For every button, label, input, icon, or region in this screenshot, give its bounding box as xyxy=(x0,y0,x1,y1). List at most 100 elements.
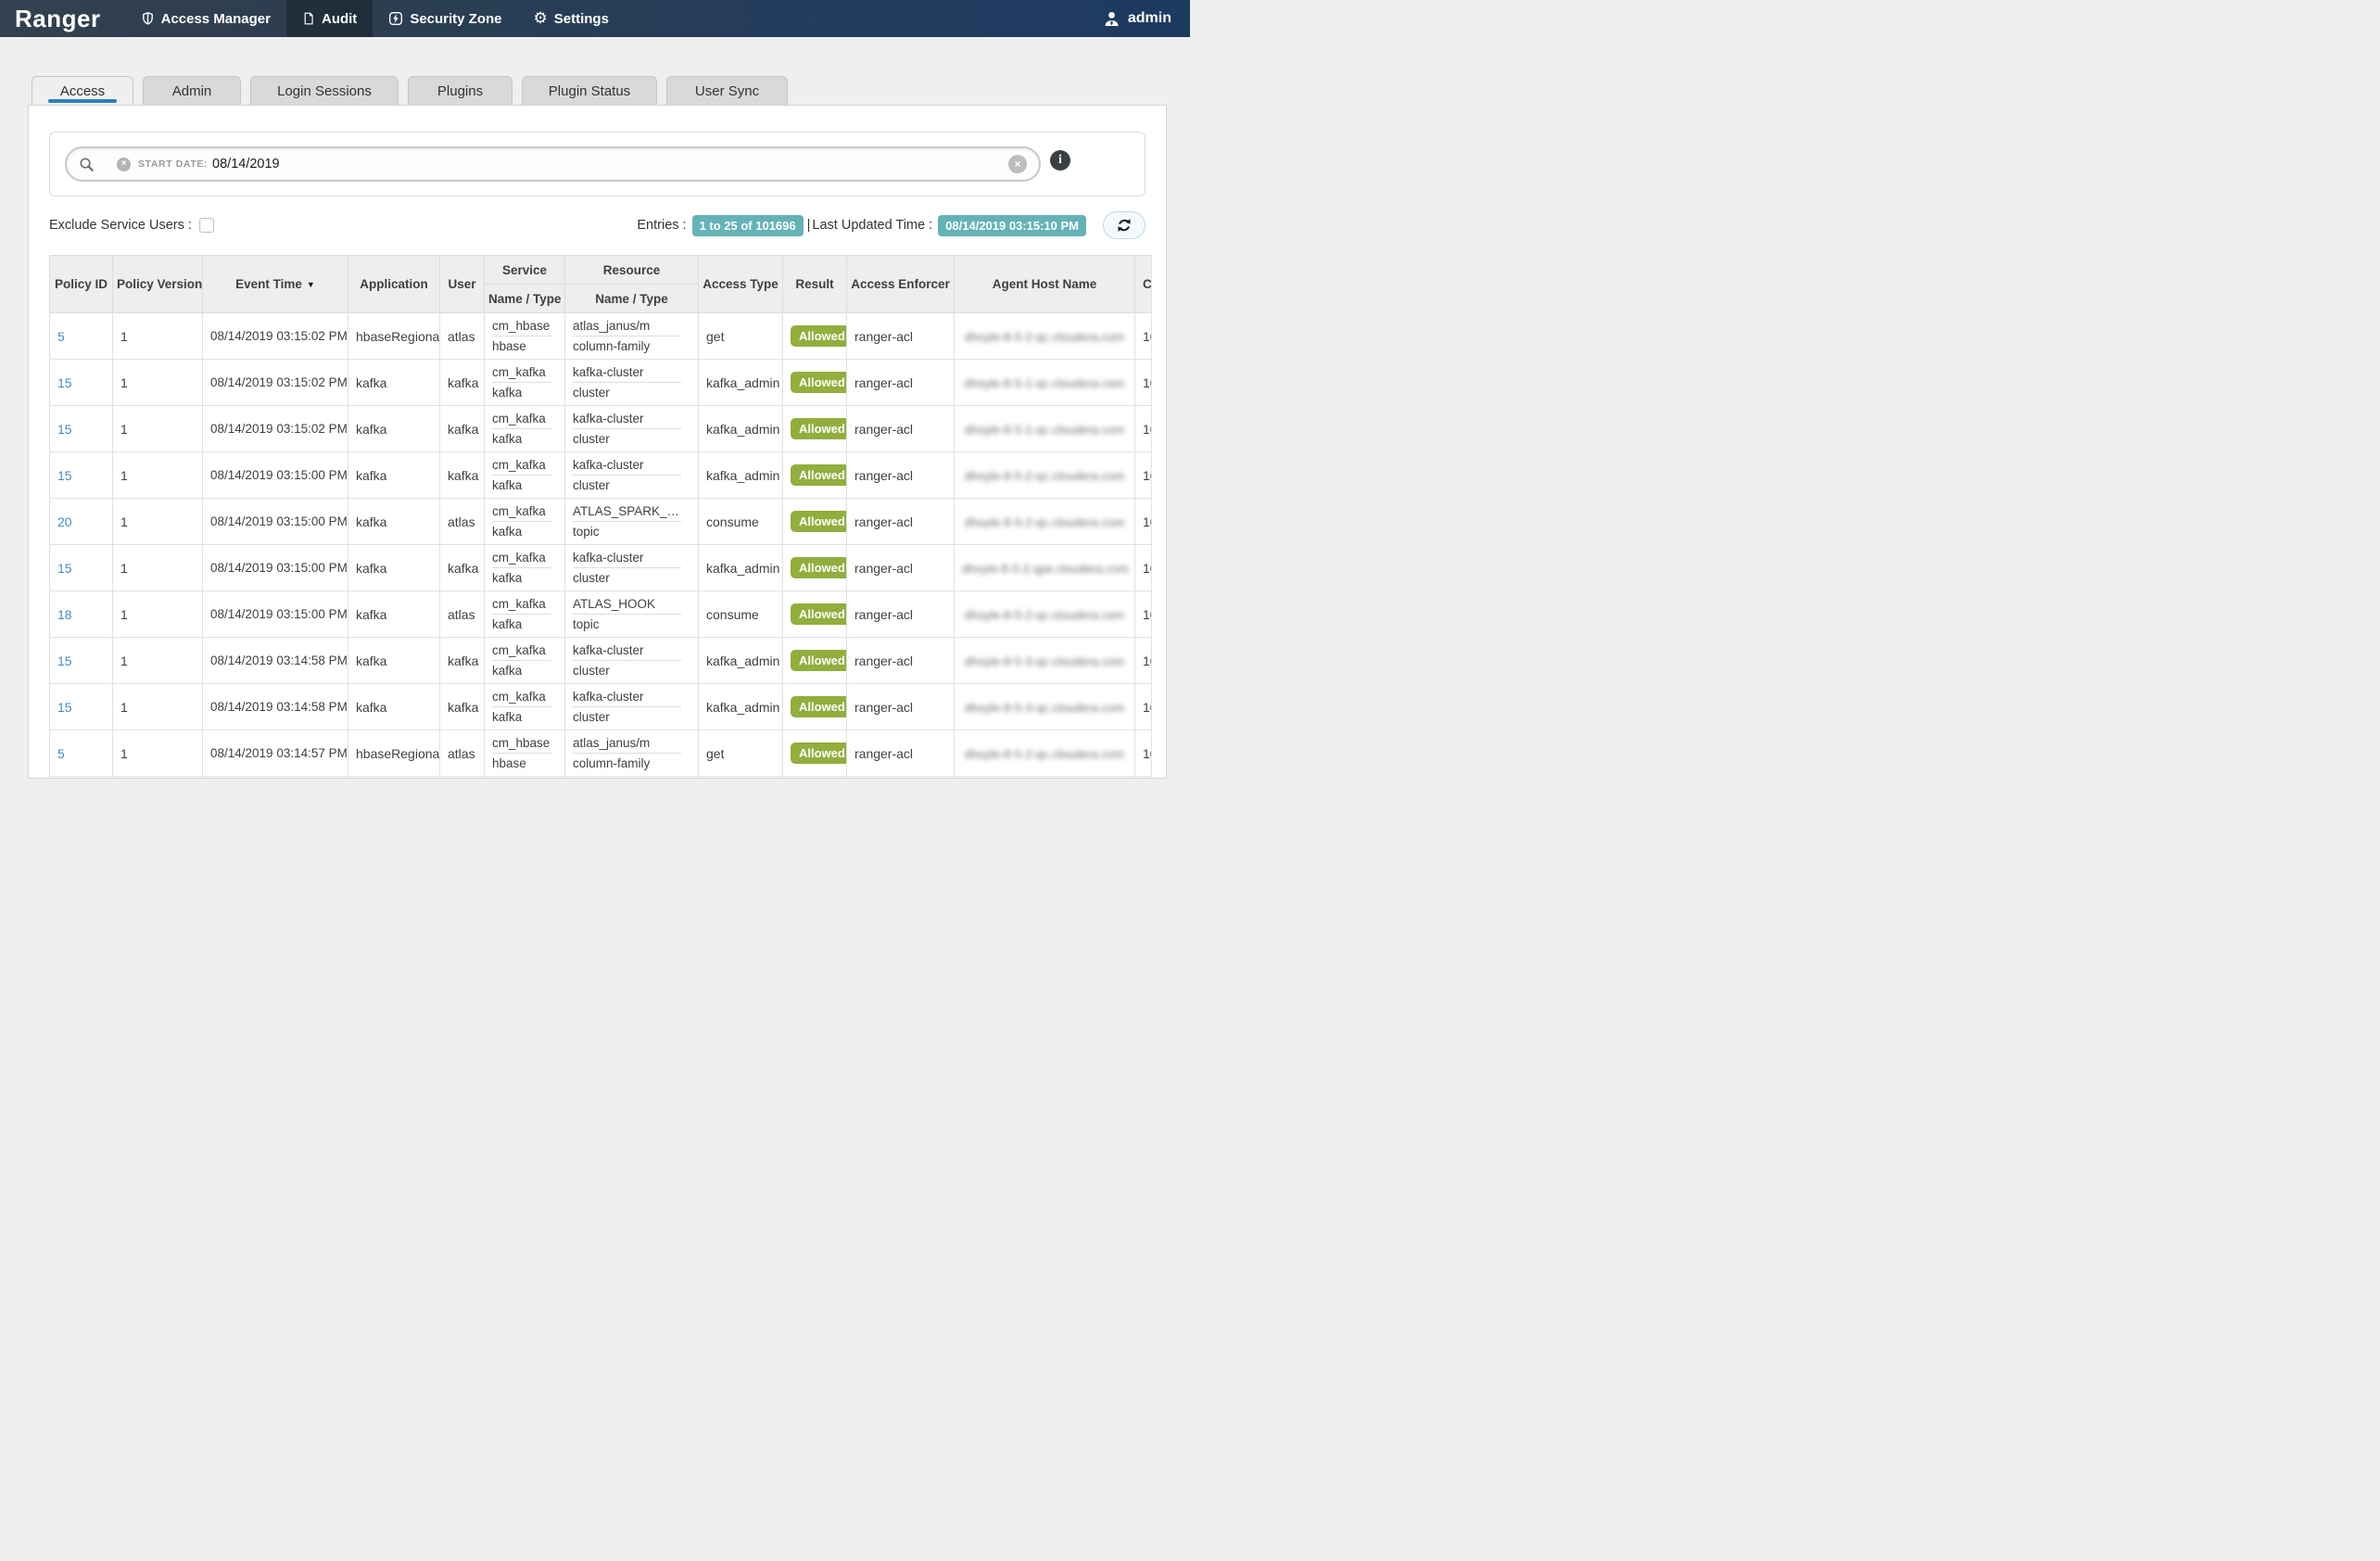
cell-application: hbaseRegional xyxy=(348,313,440,360)
refresh-button[interactable] xyxy=(1103,211,1146,239)
name-type-divider xyxy=(492,753,551,754)
result-badge: Allowed xyxy=(791,325,847,347)
cell-service-name: cm_kafka xyxy=(492,365,557,379)
cell-policy-version: 1 xyxy=(113,406,203,452)
col-client-ip: Client IP xyxy=(1135,256,1153,313)
cell-access-type: get xyxy=(699,730,783,777)
cell-service-type: kafka xyxy=(492,617,557,631)
name-type-divider xyxy=(573,614,681,615)
cell-result xyxy=(783,777,847,780)
policy-id-link[interactable]: 15 xyxy=(57,654,72,668)
cell-resource: atlas_janus/m column-family xyxy=(565,313,699,360)
cell-resource-type: cluster xyxy=(573,710,690,724)
result-badge: Allowed xyxy=(791,650,847,671)
info-icon[interactable]: i xyxy=(1050,150,1070,171)
cell-resource-name: kafka-cluster xyxy=(573,412,690,425)
name-type-divider xyxy=(492,382,551,383)
cell-resource: kafka-clustercluster xyxy=(565,545,699,591)
tab-login-sessions[interactable]: Login Sessions xyxy=(250,76,399,105)
search-input[interactable]: × START DATE: 08/14/2019 × xyxy=(65,146,1041,182)
clear-search-icon[interactable]: × xyxy=(1008,155,1027,173)
cell-client-ip: 10. xyxy=(1135,360,1153,406)
cell-event-time: 08/14/2019 03:15:02 PM xyxy=(203,360,348,406)
policy-id-link[interactable]: 20 xyxy=(57,514,72,529)
cell-access-enforcer: ranger-acl xyxy=(847,313,955,360)
cell-resource-name: kafka-cluster xyxy=(573,551,690,565)
cell-application: kafka xyxy=(348,591,440,638)
name-type-divider xyxy=(573,382,681,383)
cell-user: kafka xyxy=(440,360,485,406)
filter-tag-label: START DATE: xyxy=(138,159,208,170)
cell-application xyxy=(348,777,440,780)
name-type-divider xyxy=(492,706,551,707)
nav-settings[interactable]: ⚙ Settings xyxy=(518,0,625,37)
policy-id-link[interactable]: 15 xyxy=(57,375,72,390)
cell-client-ip: 10. xyxy=(1135,452,1153,499)
policy-id-link[interactable]: 15 xyxy=(57,468,72,483)
last-updated-badge: 08/14/2019 03:15:10 PM xyxy=(938,215,1086,236)
cell-resource-type: column-family xyxy=(573,339,690,353)
cell-resource-name: kafka-cluster xyxy=(573,643,690,657)
cell-service-name: cm_kafka xyxy=(492,551,557,565)
cell-resource-name: kafka-cluster xyxy=(573,458,690,472)
tab-plugins[interactable]: Plugins xyxy=(408,76,513,105)
cell-access-type: kafka_admin xyxy=(699,545,783,591)
cell-client-ip xyxy=(1135,777,1153,780)
cell-resource-type: topic xyxy=(573,525,690,539)
nav-security-zone[interactable]: Security Zone xyxy=(373,0,517,37)
last-updated-label: Last Updated Time : xyxy=(812,218,932,233)
name-type-divider xyxy=(492,428,551,429)
cell-result: Allowed xyxy=(783,591,847,638)
cell-application: kafka xyxy=(348,684,440,730)
app-logo[interactable]: Ranger xyxy=(0,0,125,37)
name-type-divider xyxy=(492,521,551,522)
col-application: Application xyxy=(348,256,440,313)
cell-service: cm_kafkakafka xyxy=(485,591,565,638)
nav-audit[interactable]: Audit xyxy=(286,0,373,37)
name-type-divider xyxy=(573,660,681,661)
exclude-checkbox[interactable] xyxy=(199,218,214,233)
tab-user-sync[interactable]: User Sync xyxy=(666,76,788,105)
policy-id-link[interactable]: 15 xyxy=(57,561,72,576)
cell-client-ip: 10. xyxy=(1135,638,1153,684)
sort-desc-icon: ▼ xyxy=(307,280,315,289)
cell-policy-id: 15 xyxy=(50,406,113,452)
cell-service: cm_hbasehbase xyxy=(485,730,565,777)
name-type-divider xyxy=(573,428,681,429)
name-type-divider xyxy=(492,614,551,615)
policy-id-link[interactable]: 15 xyxy=(57,700,72,715)
access-audit-panel: × START DATE: 08/14/2019 × i Exclude Ser… xyxy=(28,105,1167,779)
cell-user: kafka xyxy=(440,452,485,499)
policy-id-link[interactable]: 15 xyxy=(57,422,72,437)
policy-id-link[interactable]: 5 xyxy=(57,329,65,344)
cell-service: cm_kafkakafka xyxy=(485,638,565,684)
agent-host-text: dhoyle-8-5-2-qc.cloudera.com xyxy=(965,747,1125,761)
col-service-name-type: Name / Type xyxy=(485,285,565,313)
cell-service-type: hbase xyxy=(492,756,557,770)
cell-resource-name: atlas_janus/m xyxy=(573,319,690,333)
cell-event-time: 08/14/2019 03:14:58 PM xyxy=(203,684,348,730)
cell-service: cm_kafkakafka xyxy=(485,684,565,730)
policy-id-link[interactable]: 5 xyxy=(57,746,65,761)
cell-access-enforcer: ranger-acl xyxy=(847,730,955,777)
col-event-time[interactable]: Event Time▼ xyxy=(203,256,348,313)
cell-service: cm_kafkakafka xyxy=(485,406,565,452)
nav-label: Security Zone xyxy=(410,11,501,27)
cell-access-type: kafka_admin xyxy=(699,406,783,452)
audit-row: 15108/14/2019 03:15:02 PMkafkakafkacm_ka… xyxy=(50,360,1153,406)
remove-filter-icon[interactable]: × xyxy=(117,158,131,171)
cell-service-type: kafka xyxy=(492,710,557,724)
cell-user: atlas xyxy=(440,313,485,360)
table-controls: Exclude Service Users : Entries : 1 to 2… xyxy=(49,211,1146,239)
result-badge: Allowed xyxy=(791,464,847,486)
nav-access-manager[interactable]: Access Manager xyxy=(125,0,286,37)
cell-agent-host-name xyxy=(955,777,1135,780)
tab-plugin-status[interactable]: Plugin Status xyxy=(522,76,657,105)
cell-client-ip: 10. xyxy=(1135,545,1153,591)
tab-access[interactable]: Access xyxy=(32,76,133,105)
agent-host-text: dhoyle-8-5-2-qc.cloudera.com xyxy=(965,330,1125,344)
cell-user: kafka xyxy=(440,406,485,452)
policy-id-link[interactable]: 18 xyxy=(57,607,72,622)
tab-admin[interactable]: Admin xyxy=(143,76,241,105)
user-menu[interactable]: admin xyxy=(1084,0,1190,37)
